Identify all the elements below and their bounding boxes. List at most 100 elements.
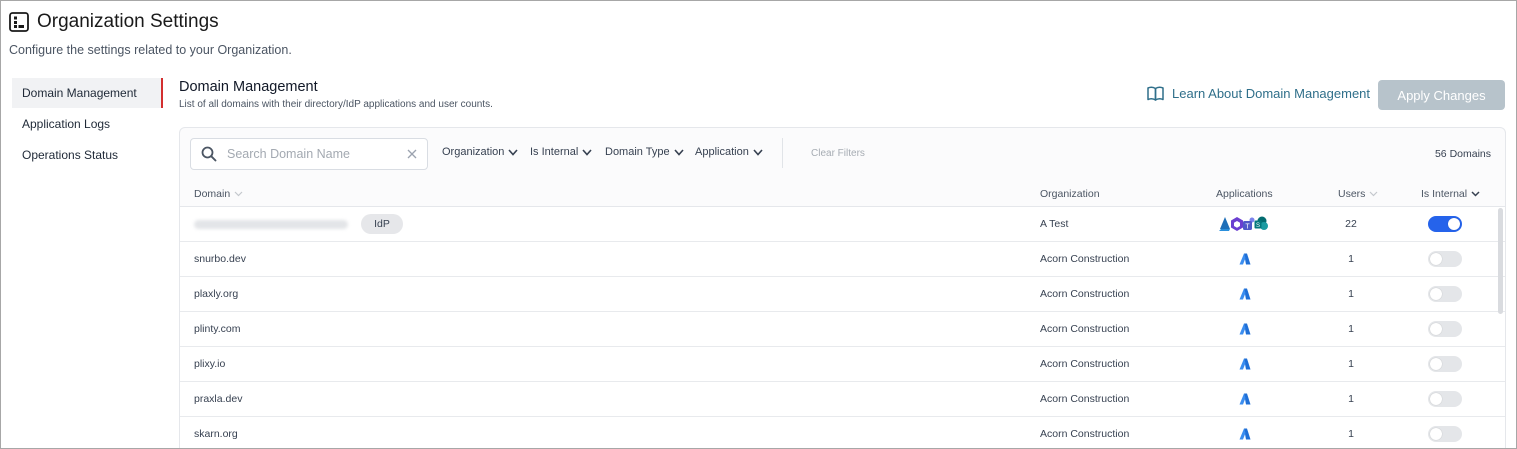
chevron-down-icon [674,148,684,156]
domain-cell: plaxly.org [194,288,239,300]
organization-cell: Acorn Construction [1040,323,1130,335]
azure-icon [1239,253,1251,265]
svg-text:T: T [1245,224,1250,231]
table-header: Domain Organization Applications Users I… [180,182,1505,207]
azure-icon [1239,393,1251,405]
table-row: plixy.io Acorn Construction 1 [180,347,1505,382]
idp-badge: IdP [361,214,403,234]
window-frame: Organization Settings Configure the sett… [0,0,1517,449]
column-header-organization-label: Organization [1040,188,1100,200]
sidebar-item-operations-status[interactable]: Operations Status [12,140,163,170]
page-subtitle: Configure the settings related to your O… [9,43,292,57]
table-body: IdP A Test T S 22 snurbo.dev Acorn Const… [180,207,1505,448]
filter-bar: Organization Is Internal Domain Type App… [180,128,1505,182]
organization-filter[interactable]: Organization [442,146,518,158]
domain-type-filter-label: Domain Type [605,146,670,158]
search-domain-input[interactable] [225,146,407,162]
column-header-is-internal[interactable]: Is Internal [1421,188,1480,200]
organization-cell: A Test [1040,218,1069,230]
organization-cell: Acorn Construction [1040,428,1130,440]
organization-cell: Acorn Construction [1040,253,1130,265]
settings-sidebar: Domain Management Application Logs Opera… [12,78,163,171]
azure-icon [1239,288,1251,300]
domain-type-filter[interactable]: Domain Type [605,146,684,158]
is-internal-filter[interactable]: Is Internal [530,146,592,158]
sort-chevron-icon [234,191,243,197]
toggle-knob [1448,218,1460,230]
users-cell: 1 [1348,358,1354,370]
organization-cell: Acorn Construction [1040,393,1130,405]
column-header-users[interactable]: Users [1338,188,1378,200]
is-internal-filter-label: Is Internal [530,146,579,158]
sort-chevron-icon [1471,191,1480,197]
domain-cell: plixy.io [194,358,226,370]
is-internal-toggle[interactable] [1428,251,1462,267]
sidebar-item-domain-management[interactable]: Domain Management [12,78,163,108]
chevron-down-icon [753,148,763,156]
column-header-organization: Organization [1040,188,1100,200]
application-filter-label: Application [695,146,749,158]
is-internal-toggle[interactable] [1428,391,1462,407]
toggle-knob [1430,358,1442,370]
apply-changes-button[interactable]: Apply Changes [1378,80,1505,110]
toggle-knob [1430,253,1442,265]
is-internal-toggle[interactable] [1428,321,1462,337]
sort-chevron-icon [1369,191,1378,197]
table-row: snurbo.dev Acorn Construction 1 [180,242,1505,277]
sidebar-item-application-logs[interactable]: Application Logs [12,109,163,139]
table-row: praxla.dev Acorn Construction 1 [180,382,1505,417]
toggle-knob [1430,393,1442,405]
application-filter[interactable]: Application [695,146,763,158]
table-row: skarn.org Acorn Construction 1 [180,417,1505,448]
organization-cell: Acorn Construction [1040,358,1130,370]
users-cell: 1 [1348,323,1354,335]
users-cell: 22 [1345,218,1357,230]
page-title-row: Organization Settings [9,11,292,33]
azure-icon [1239,358,1251,370]
redacted-domain [194,220,348,229]
page-header: Organization Settings Configure the sett… [9,11,292,57]
users-cell: 1 [1348,288,1354,300]
is-internal-toggle[interactable] [1428,356,1462,372]
organization-settings-icon [9,12,29,32]
is-internal-toggle[interactable] [1428,216,1462,232]
domain-cell: praxla.dev [194,393,243,405]
toggle-knob [1430,288,1442,300]
clear-search-icon[interactable] [407,149,417,159]
column-header-domain[interactable]: Domain [194,188,243,200]
search-box [190,138,428,170]
learn-about-link[interactable]: Learn About Domain Management [1147,86,1370,101]
domains-table-card: Organization Is Internal Domain Type App… [179,127,1506,448]
table-scrollbar-thumb[interactable] [1498,208,1503,314]
search-icon [201,146,217,162]
domain-cell: skarn.org [194,428,238,440]
sharepoint-icon: S [1254,216,1268,230]
toggle-knob [1430,323,1442,335]
book-icon [1147,86,1164,101]
column-header-domain-label: Domain [194,188,231,200]
applications-cell: T S [1218,216,1268,232]
column-header-is-internal-label: Is Internal [1421,188,1468,200]
users-cell: 1 [1348,253,1354,265]
column-header-applications: Applications [1216,188,1273,200]
page-title: Organization Settings [37,11,219,32]
table-row: IdP A Test T S 22 [180,207,1505,242]
filter-divider [782,138,783,168]
is-internal-toggle[interactable] [1428,426,1462,442]
toggle-knob [1430,428,1442,440]
organization-cell: Acorn Construction [1040,288,1130,300]
chevron-down-icon [582,148,592,156]
azure-icon [1239,428,1251,440]
column-header-applications-label: Applications [1216,188,1273,200]
table-row: plinty.com Acorn Construction 1 [180,312,1505,347]
users-cell: 1 [1348,428,1354,440]
users-cell: 1 [1348,393,1354,405]
domain-management-panel: Domain Management List of all domains wi… [179,79,1506,448]
is-internal-toggle[interactable] [1428,286,1462,302]
learn-link-label: Learn About Domain Management [1172,86,1371,101]
domain-count: 56 Domains [1434,148,1491,160]
domain-cell: plinty.com [194,323,241,335]
clear-filters-button[interactable]: Clear Filters [811,148,865,159]
column-header-users-label: Users [1338,188,1366,200]
azure-icon [1239,323,1251,335]
